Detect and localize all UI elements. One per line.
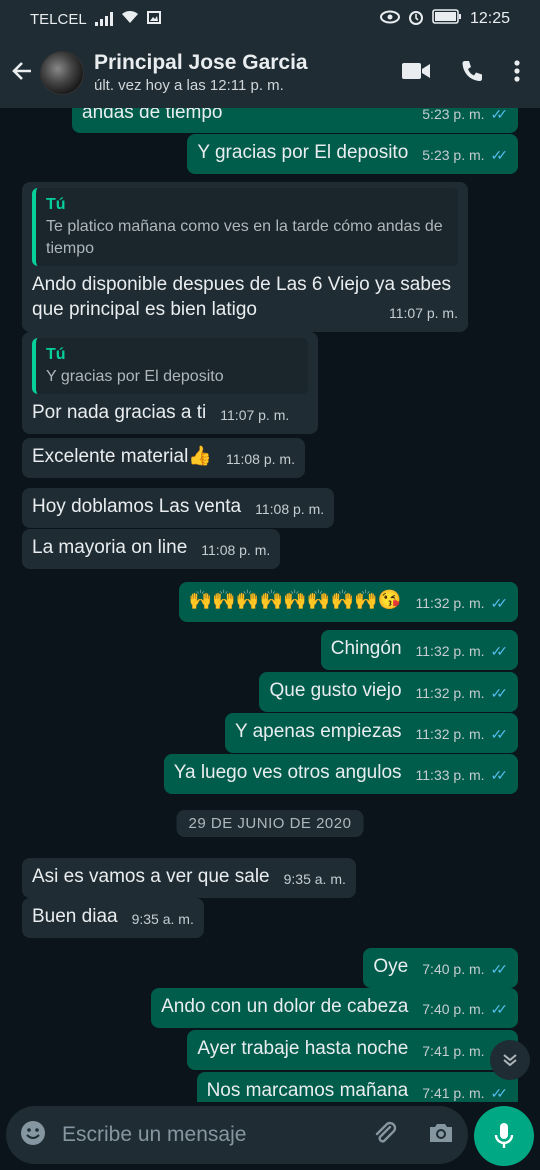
message-incoming[interactable]: Buen diaa 9:35 a. m. — [22, 898, 204, 938]
quoted-message[interactable]: Tú Y gracias por El deposito — [32, 338, 308, 394]
message-time: 11:08 p. m. — [225, 451, 295, 467]
message-text: Que gusto viejo — [269, 680, 402, 701]
chat-header: Principal Jose Garcia últ. vez hoy a las… — [0, 38, 540, 108]
phone-icon[interactable] — [460, 59, 484, 88]
scroll-down-icon[interactable] — [490, 1040, 530, 1080]
message-text: Excelente material👍 — [32, 446, 212, 467]
message-input[interactable]: Escribe un mensaje — [62, 1123, 372, 1147]
read-ticks-icon: ✓✓ — [490, 767, 509, 783]
message-text: Nos marcamos mañana — [206, 1080, 409, 1101]
message-outgoing[interactable]: Chingón 11:32 p. m. ✓✓ — [320, 630, 518, 670]
message-text: Ya luego ves otros angulos — [173, 762, 402, 783]
message-incoming[interactable]: Asi es vamos a ver que sale 9:35 a. m. — [22, 858, 356, 898]
quoted-text: Te platico mañana como ves en la tarde c… — [46, 218, 443, 257]
read-ticks-icon: ✓✓ — [490, 1085, 509, 1101]
last-seen-status: últ. vez hoy a las 12:11 p. m. — [94, 77, 284, 94]
message-text: La mayoria on line — [32, 537, 188, 558]
battery-icon — [432, 9, 462, 29]
message-time: 11:32 p. m. — [415, 643, 485, 659]
message-outgoing[interactable]: Que gusto viejo 11:32 p. m. ✓✓ — [259, 672, 518, 712]
message-text: Chingón — [330, 638, 402, 659]
message-outgoing[interactable]: Y apenas empiezas 11:32 p. m. ✓✓ — [224, 713, 518, 753]
message-input-bar[interactable]: Escribe un mensaje — [6, 1106, 468, 1164]
read-ticks-icon: ✓✓ — [490, 961, 509, 977]
message-text: 🙌🙌🙌🙌🙌🙌🙌🙌😘 — [188, 590, 402, 611]
read-ticks-icon: ✓✓ — [490, 726, 509, 742]
message-incoming[interactable]: Hoy doblamos Las venta 11:08 p. m. — [22, 488, 335, 528]
back-arrow-icon[interactable] — [4, 57, 40, 89]
message-incoming-reply[interactable]: Tú Y gracias por El deposito Por nada gr… — [22, 332, 318, 434]
message-text: Ayer trabaje hasta noche — [197, 1038, 409, 1059]
message-text: Buen diaa — [32, 906, 118, 927]
attach-icon[interactable] — [372, 1120, 398, 1151]
message-text: andas de tiempo — [82, 108, 223, 123]
message-outgoing[interactable]: Ya luego ves otros angulos 11:33 p. m. ✓✓ — [163, 754, 518, 794]
message-time: 7:41 p. m. — [422, 1043, 485, 1059]
read-ticks-icon: ✓✓ — [490, 108, 509, 122]
status-bar: TELCEL 12:25 — [0, 0, 540, 38]
message-time: 5:23 p. m. — [422, 108, 485, 122]
read-ticks-icon: ✓✓ — [490, 685, 509, 701]
more-options-icon[interactable] — [514, 59, 520, 87]
message-outgoing[interactable]: Y gracias por El deposito 5:23 p. m. ✓✓ — [187, 134, 518, 174]
mic-icon[interactable] — [474, 1106, 534, 1166]
wifi-icon — [121, 10, 139, 28]
message-outgoing[interactable]: Ando con un dolor de cabeza 7:40 p. m. ✓✓ — [151, 988, 518, 1028]
message-text: Por nada gracias a ti — [32, 402, 207, 423]
message-time: 11:07 p. m. — [388, 305, 458, 321]
video-call-icon[interactable] — [402, 62, 430, 85]
camera-icon[interactable] — [428, 1122, 454, 1149]
message-time: 7:41 p. m. — [422, 1085, 485, 1101]
message-time: 11:32 p. m. — [415, 595, 485, 611]
message-time: 7:40 p. m. — [422, 1001, 485, 1017]
message-text: Y gracias por El deposito — [197, 142, 409, 163]
message-time: 5:23 p. m. — [422, 147, 485, 163]
message-time: 11:07 p. m. — [220, 407, 290, 423]
read-ticks-icon: ✓✓ — [490, 1001, 509, 1017]
message-time: 11:08 p. m. — [201, 542, 271, 558]
quoted-text: Y gracias por El deposito — [46, 368, 224, 385]
avatar[interactable] — [40, 51, 84, 95]
message-outgoing[interactable]: Nos marcamos mañana 7:41 p. m. ✓✓ — [196, 1072, 518, 1102]
quoted-author: Tú — [46, 346, 66, 363]
message-incoming[interactable]: Excelente material👍 11:08 p. m. — [22, 438, 305, 478]
chat-area[interactable]: andas de tiempo 5:23 p. m. ✓✓ Y gracias p… — [0, 108, 540, 1102]
message-text: Asi es vamos a ver que sale — [32, 866, 270, 887]
contact-info[interactable]: Principal Jose Garcia últ. vez hoy a las… — [94, 50, 402, 96]
clock-time: 12:25 — [469, 10, 510, 27]
message-time: 11:32 p. m. — [415, 726, 485, 742]
eye-icon — [379, 10, 400, 29]
quoted-author: Tú — [46, 196, 66, 213]
read-ticks-icon: ✓✓ — [490, 643, 509, 659]
message-time: 7:40 p. m. — [422, 961, 485, 977]
message-text: Oye — [373, 956, 409, 977]
read-ticks-icon: ✓✓ — [490, 147, 509, 163]
message-outgoing[interactable]: Oye 7:40 p. m. ✓✓ — [363, 948, 518, 988]
message-time: 11:33 p. m. — [415, 767, 485, 783]
message-time: 11:32 p. m. — [415, 685, 485, 701]
quoted-message[interactable]: Tú Te platico mañana como ves en la tard… — [32, 188, 458, 266]
signal-icon — [94, 12, 113, 26]
message-text: Hoy doblamos Las venta — [32, 496, 242, 517]
carrier-label: TELCEL — [30, 10, 87, 28]
alarm-icon — [408, 9, 424, 30]
composer: Escribe un mensaje — [0, 1102, 540, 1170]
message-time: 9:35 a. m. — [131, 911, 194, 927]
read-ticks-icon: ✓✓ — [490, 595, 509, 611]
message-incoming[interactable]: La mayoria on line 11:08 p. m. — [22, 529, 281, 569]
date-separator: 29 DE JUNIO DE 2020 — [176, 810, 364, 837]
message-text: Ando con un dolor de cabeza — [161, 996, 409, 1017]
contact-name: Principal Jose Garcia — [94, 51, 308, 74]
gallery-notification-icon — [146, 10, 161, 28]
message-time: 11:08 p. m. — [255, 501, 325, 517]
message-incoming-reply[interactable]: Tú Te platico mañana como ves en la tard… — [22, 182, 468, 332]
message-outgoing[interactable]: 🙌🙌🙌🙌🙌🙌🙌🙌😘 11:32 p. m. ✓✓ — [178, 582, 518, 622]
emoji-icon[interactable] — [20, 1120, 46, 1151]
message-time: 9:35 a. m. — [283, 871, 346, 887]
message-text: Y apenas empiezas — [234, 721, 402, 742]
message-outgoing[interactable]: andas de tiempo 5:23 p. m. ✓✓ — [72, 108, 518, 133]
message-outgoing[interactable]: Ayer trabaje hasta noche7:41 p. m.✓✓ — [187, 1030, 518, 1070]
